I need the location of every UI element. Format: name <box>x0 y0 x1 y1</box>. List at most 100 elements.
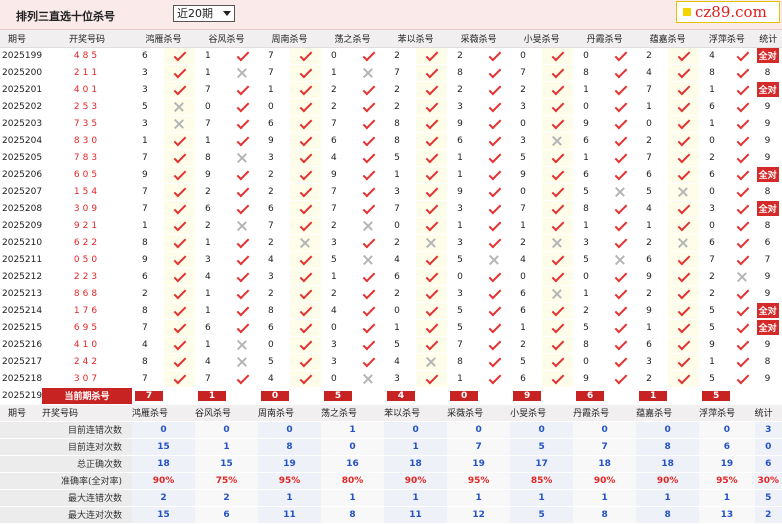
kill-number-cell: 5 <box>583 186 589 197</box>
kill-number-cell: 6 <box>457 135 463 146</box>
result-cell <box>479 319 511 336</box>
result-cell <box>353 81 385 98</box>
period-select-value: 近20期 <box>177 7 213 20</box>
result-cell <box>479 234 511 251</box>
result-cell <box>416 268 448 285</box>
result-cell <box>164 251 196 268</box>
check-icon <box>236 167 250 181</box>
result-cell <box>605 81 637 98</box>
all-correct-badge: 全对 <box>756 48 779 63</box>
result-cell <box>605 251 637 268</box>
result-cell <box>479 166 511 183</box>
result-cell <box>353 353 385 370</box>
check-icon <box>425 201 439 215</box>
check-icon <box>173 252 187 266</box>
column-header: 采薇杀号 <box>447 404 511 421</box>
result-cell <box>542 47 574 64</box>
kill-number-cell: 9 <box>457 118 463 129</box>
result-cell <box>605 217 637 234</box>
kill-number-cell: 1 <box>457 373 463 384</box>
check-icon <box>236 116 250 130</box>
kill-number-cell: 9 <box>646 271 652 282</box>
column-header: 采薇杀号 <box>447 30 511 48</box>
kill-number-cell: 6 <box>520 288 526 299</box>
check-icon <box>736 337 750 351</box>
kill-number-cell: 8 <box>142 305 148 316</box>
result-cell <box>416 200 448 217</box>
cross-icon <box>552 238 562 248</box>
check-icon <box>551 337 565 351</box>
kill-number-cell: 3 <box>583 237 589 248</box>
stats-value: 1 <box>384 489 448 507</box>
period-cell: 2025205 <box>2 152 42 163</box>
check-icon <box>425 320 439 334</box>
kill-number-cell: 2 <box>709 152 715 163</box>
stats-label: 目前连对次数 <box>0 438 132 456</box>
stat-cell: 9 <box>764 152 771 163</box>
winning-number-cell: 154 <box>73 186 101 197</box>
kill-number-cell: 7 <box>142 322 148 333</box>
check-icon <box>614 65 628 79</box>
kill-number-cell: 5 <box>709 305 715 316</box>
result-cell <box>727 47 755 64</box>
result-cell <box>164 81 196 98</box>
period-select[interactable]: 近20期 <box>173 5 235 22</box>
result-cell <box>416 149 448 166</box>
column-header: 开奖号码 <box>42 30 132 48</box>
period-cell: 2025199 <box>2 50 42 61</box>
result-cell <box>668 217 700 234</box>
kill-number-cell: 3 <box>394 186 400 197</box>
result-cell <box>727 370 755 387</box>
result-cell <box>353 336 385 353</box>
result-cell <box>668 98 700 115</box>
cross-icon <box>363 374 373 384</box>
result-cell <box>353 302 385 319</box>
kill-number-cell: 4 <box>331 152 337 163</box>
check-icon <box>425 303 439 317</box>
stats-value: 19 <box>258 455 322 473</box>
kill-number-cell: 0 <box>709 135 715 146</box>
result-cell <box>164 200 196 217</box>
kill-number-cell: 1 <box>709 356 715 367</box>
kill-number-cell: 6 <box>142 271 148 282</box>
winning-number-cell: 410 <box>73 339 101 350</box>
result-cell <box>542 353 574 370</box>
column-header: 鸿雁杀号 <box>132 404 196 421</box>
all-correct-badge: 全对 <box>756 167 779 182</box>
kill-number-cell: 2 <box>331 220 337 231</box>
stats-value: 6 <box>195 506 259 524</box>
result-cell <box>605 370 637 387</box>
kill-number-cell: 1 <box>520 322 526 333</box>
check-icon <box>551 116 565 130</box>
result-cell <box>416 319 448 336</box>
kill-number-cell: 1 <box>457 169 463 180</box>
current-kill-value: 5 <box>324 390 353 401</box>
check-icon <box>551 320 565 334</box>
result-cell <box>416 166 448 183</box>
top-bar: 排列三直选十位杀号 近20期 cz89.com <box>0 0 782 30</box>
stats-value: 18 <box>636 455 700 473</box>
result-cell <box>290 370 322 387</box>
current-kill-value: 9 <box>513 390 542 401</box>
result-cell <box>353 183 385 200</box>
result-cell <box>416 285 448 302</box>
cross-icon <box>237 153 247 163</box>
check-icon <box>736 218 750 232</box>
winning-number-cell: 735 <box>73 118 101 129</box>
kill-number-cell: 7 <box>142 373 148 384</box>
result-cell <box>290 251 322 268</box>
result-cell <box>290 268 322 285</box>
kill-number-cell: 1 <box>457 220 463 231</box>
kill-number-cell: 6 <box>394 271 400 282</box>
site-logo[interactable]: cz89.com <box>676 1 780 23</box>
kill-number-cell: 1 <box>205 288 211 299</box>
table-row: 2025214 176 8 1 8 4 0 5 6 2 9 5 全对 <box>0 302 782 319</box>
kill-number-cell: 6 <box>268 322 274 333</box>
result-cell <box>416 336 448 353</box>
check-icon <box>236 286 250 300</box>
stats-row: 目前连对次数 15 1 8 0 1 7 5 7 8 6 0 <box>0 438 782 456</box>
kill-number-cell: 0 <box>709 186 715 197</box>
kill-number-cell: 0 <box>709 220 715 231</box>
kill-number-cell: 0 <box>394 305 400 316</box>
check-icon <box>362 269 376 283</box>
